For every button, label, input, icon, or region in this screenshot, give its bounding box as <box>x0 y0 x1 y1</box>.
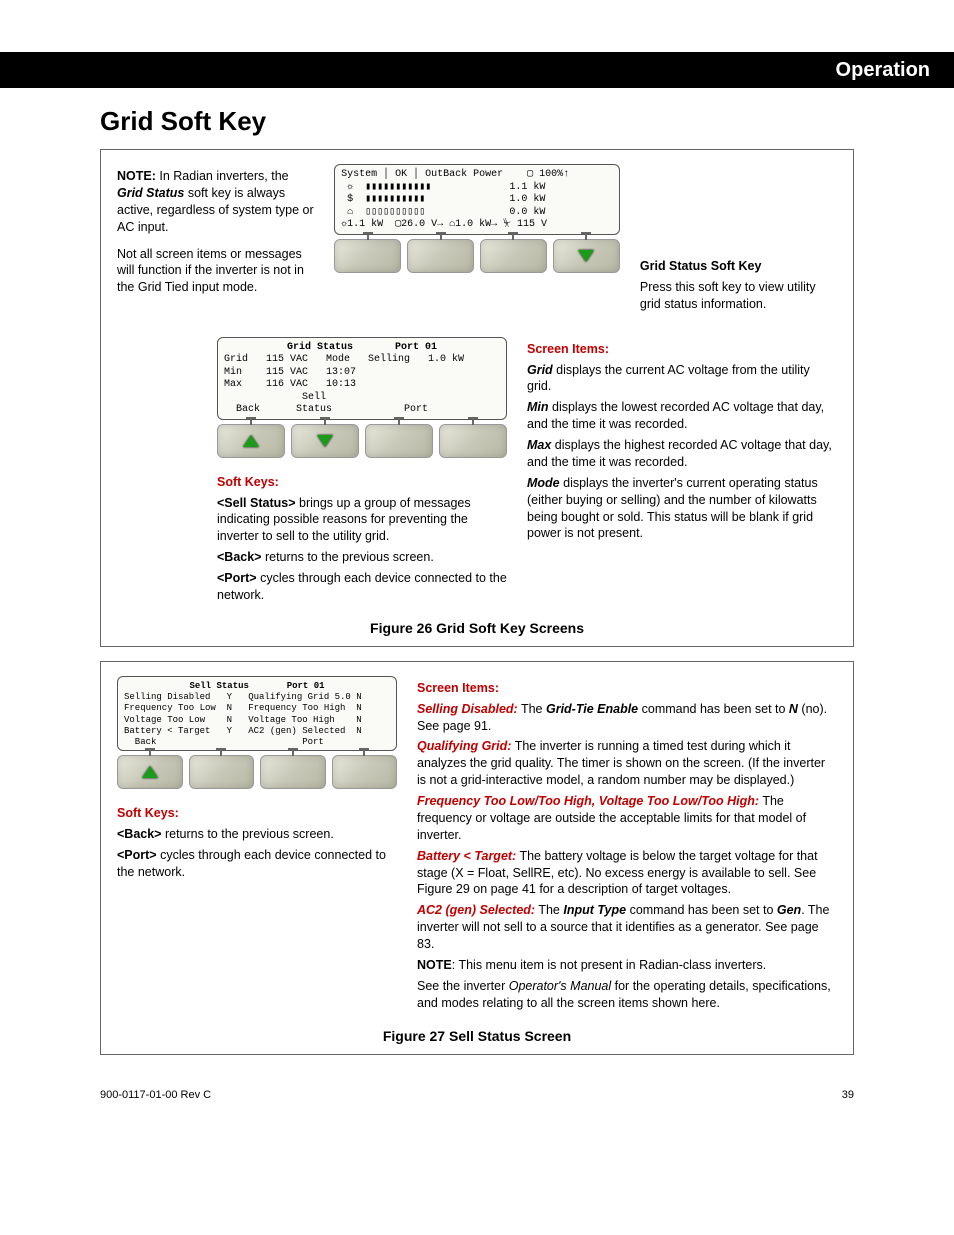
softkey-blank[interactable] <box>189 755 255 789</box>
page-title: Grid Soft Key <box>100 106 854 137</box>
note-block: NOTE: In Radian inverters, the Grid Stat… <box>117 164 314 317</box>
section-header: Operation <box>0 52 954 88</box>
arrow-up-icon <box>142 766 158 778</box>
softkey-sell-status[interactable] <box>291 424 359 458</box>
sell-status-left: Sell Status Port 01 Selling Disabled Y Q… <box>117 676 397 1016</box>
system-lcd: System │ OK │ OutBack Power ▢ 100%↑ ☼ ▮▮… <box>334 164 620 317</box>
figure-27-frame: Sell Status Port 01 Selling Disabled Y Q… <box>100 661 854 1055</box>
figure-26-frame: NOTE: In Radian inverters, the Grid Stat… <box>100 149 854 647</box>
page-footer: 900-0117-01-00 Rev C 39 <box>0 1069 954 1101</box>
section-title: Operation <box>836 59 930 82</box>
softkey-blank[interactable] <box>365 424 433 458</box>
sell-softkeys <box>117 755 397 789</box>
softkey-port[interactable] <box>439 424 507 458</box>
arrow-down-icon <box>578 250 594 262</box>
sell-status-lcd: Sell Status Port 01 Selling Disabled Y Q… <box>117 676 397 752</box>
softkey-1[interactable] <box>334 239 401 273</box>
doc-revision: 900-0117-01-00 Rev C <box>100 1089 211 1101</box>
softkey-back[interactable] <box>117 755 183 789</box>
softkey-back[interactable] <box>217 424 285 458</box>
note-label: NOTE: <box>117 169 156 183</box>
grid-status-lcd: Grid Status Port 01 Grid 115 VAC Mode Se… <box>217 337 507 608</box>
system-softkeys <box>334 239 620 273</box>
sell-screen-items: Screen Items: Selling Disabled: The Grid… <box>417 676 837 1016</box>
softkey-port[interactable] <box>332 755 398 789</box>
grid-softkeys <box>217 424 507 458</box>
arrow-up-icon <box>243 435 259 447</box>
figure-27-caption: Figure 27 Sell Status Screen <box>117 1028 837 1044</box>
softkey-blank[interactable] <box>260 755 326 789</box>
softkey-2[interactable] <box>407 239 474 273</box>
grid-screen-items: Screen Items: Grid displays the current … <box>527 337 837 608</box>
arrow-down-icon <box>317 435 333 447</box>
softkey-3[interactable] <box>480 239 547 273</box>
softkey-grid-status[interactable] <box>553 239 620 273</box>
grid-status-note: Grid Status Soft Key Press this soft key… <box>640 164 837 317</box>
page-number: 39 <box>842 1089 854 1101</box>
figure-26-caption: Figure 26 Grid Soft Key Screens <box>117 620 837 636</box>
